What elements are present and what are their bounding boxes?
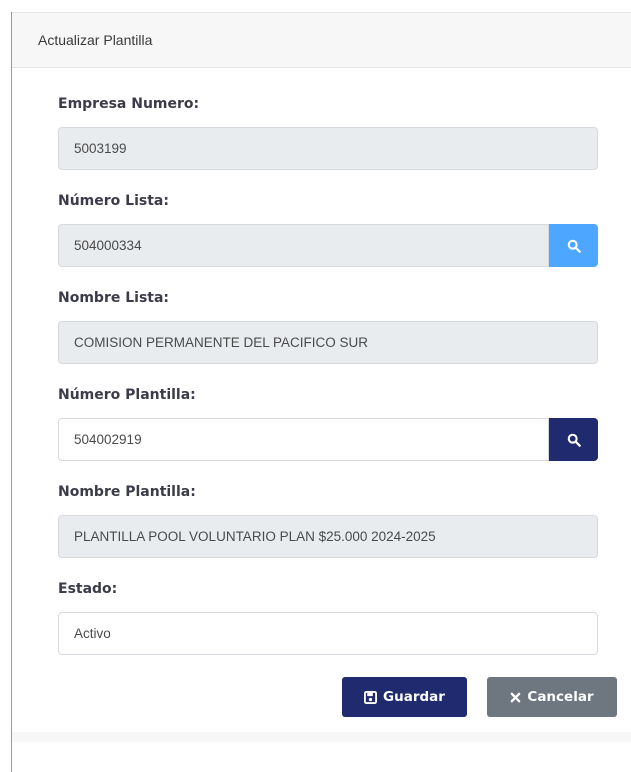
cancel-button[interactable]: Cancelar xyxy=(487,677,617,717)
estado-select[interactable]: Activo xyxy=(58,612,598,655)
numero-plantilla-label: Número Plantilla: xyxy=(58,387,196,403)
nombre-lista-field: COMISION PERMANENTE DEL PACIFICO SUR xyxy=(58,321,598,364)
modal-title: Actualizar Plantilla xyxy=(38,32,153,48)
save-button-label: Guardar xyxy=(383,689,445,705)
estado-label: Estado: xyxy=(58,581,118,597)
search-icon xyxy=(567,433,581,447)
nombre-plantilla-field: PLANTILLA POOL VOLUNTARIO PLAN $25.000 2… xyxy=(58,515,598,558)
floppy-disk-icon xyxy=(364,690,378,704)
numero-lista-label: Número Lista: xyxy=(58,193,169,209)
close-icon xyxy=(510,692,521,703)
cancel-button-label: Cancelar xyxy=(527,689,594,705)
save-button[interactable]: Guardar xyxy=(342,677,467,717)
update-template-modal: Actualizar Plantilla Empresa Numero: 500… xyxy=(11,12,631,772)
empresa-numero-field: 5003199 xyxy=(58,127,598,170)
numero-lista-search-button[interactable] xyxy=(549,224,598,267)
empresa-numero-label: Empresa Numero: xyxy=(58,96,200,112)
modal-header: Actualizar Plantilla xyxy=(12,12,631,68)
search-icon xyxy=(567,239,581,253)
nombre-lista-label: Nombre Lista: xyxy=(58,290,170,306)
numero-lista-field: 504000334 xyxy=(58,224,549,267)
modal-footer xyxy=(12,732,631,742)
numero-plantilla-input[interactable]: 504002919 xyxy=(58,418,549,461)
nombre-plantilla-label: Nombre Plantilla: xyxy=(58,484,196,500)
numero-plantilla-search-button[interactable] xyxy=(549,418,598,461)
